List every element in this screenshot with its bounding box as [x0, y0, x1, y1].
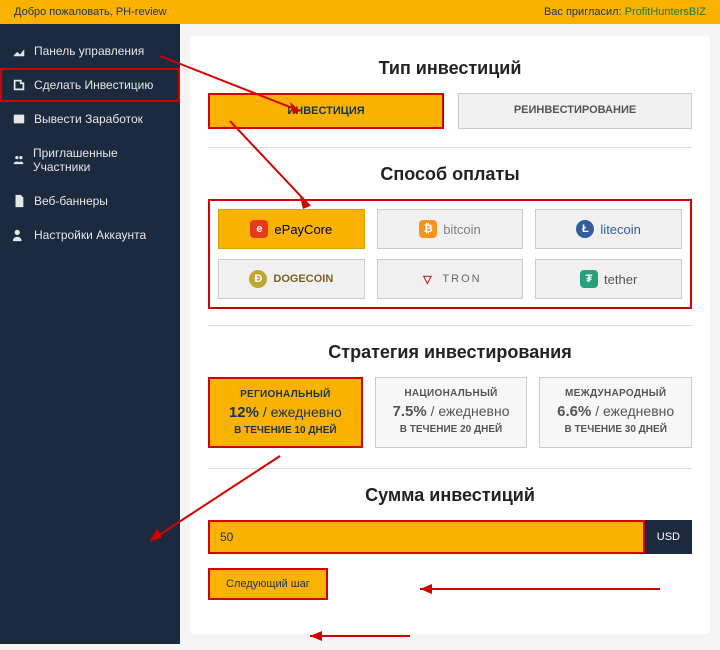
- tab-reinvest[interactable]: РЕИНВЕСТИРОВАНИЕ: [458, 93, 692, 129]
- sidebar-item-settings[interactable]: Настройки Аккаунта: [0, 218, 180, 252]
- sidebar: Панель управления Сделать Инвестицию Выв…: [0, 24, 180, 644]
- tether-icon: ₮: [580, 270, 598, 288]
- pay-tron[interactable]: ▽ TRON: [377, 259, 524, 299]
- next-step-button[interactable]: Следующий шаг: [208, 568, 328, 600]
- payment-grid: e ePayCore ₿ bitcoin Ł litecoin Ð DOGECO…: [208, 199, 692, 309]
- strategy-international[interactable]: МЕЖДУНАРОДНЫЙ 6.6% / ежедневно В ТЕЧЕНИЕ…: [539, 377, 692, 448]
- dogecoin-icon: Ð: [249, 270, 267, 288]
- amount-row: USD: [208, 520, 692, 554]
- main-panel: Тип инвестиций ИНВЕСТИЦИЯ РЕИНВЕСТИРОВАН…: [190, 36, 710, 634]
- pay-litecoin[interactable]: Ł litecoin: [535, 209, 682, 249]
- chart-icon: [12, 44, 26, 58]
- sidebar-item-banners[interactable]: Веб-баннеры: [0, 184, 180, 218]
- bitcoin-icon: ₿: [419, 220, 437, 238]
- invest-type-tabs: ИНВЕСТИЦИЯ РЕИНВЕСТИРОВАНИЕ: [208, 93, 692, 129]
- inviter-link[interactable]: ProfitHuntersBIZ: [625, 6, 706, 18]
- divider: [208, 325, 692, 326]
- epaycore-icon: e: [250, 220, 268, 238]
- tron-icon: ▽: [418, 270, 436, 288]
- currency-label: USD: [645, 520, 692, 554]
- tab-invest[interactable]: ИНВЕСТИЦИЯ: [208, 93, 444, 129]
- sidebar-item-dashboard[interactable]: Панель управления: [0, 34, 180, 68]
- pay-dogecoin[interactable]: Ð DOGECOIN: [218, 259, 365, 299]
- heading-strategy: Стратегия инвестирования: [208, 342, 692, 363]
- sidebar-item-withdraw[interactable]: Вывести Заработок: [0, 102, 180, 136]
- heading-pay-method: Способ оплаты: [208, 164, 692, 185]
- wallet-icon: [12, 112, 26, 126]
- divider: [208, 147, 692, 148]
- user-cog-icon: [12, 228, 26, 242]
- annotation-arrow: [410, 579, 670, 599]
- heading-amount: Сумма инвестиций: [208, 485, 692, 506]
- heading-invest-type: Тип инвестиций: [208, 58, 692, 79]
- strategy-row: РЕГИОНАЛЬНЫЙ 12% / ежедневно В ТЕЧЕНИЕ 1…: [208, 377, 692, 448]
- strategy-national[interactable]: НАЦИОНАЛЬНЫЙ 7.5% / ежедневно В ТЕЧЕНИЕ …: [375, 377, 528, 448]
- invited-by: Вас пригласил: ProfitHuntersBIZ: [544, 6, 706, 18]
- topbar: Добро пожаловать, PH-review Вас пригласи…: [0, 0, 720, 24]
- users-icon: [12, 153, 25, 167]
- sidebar-item-referrals[interactable]: Приглашенные Участники: [0, 136, 180, 184]
- litecoin-icon: Ł: [576, 220, 594, 238]
- annotation-arrow: [300, 626, 420, 646]
- strategy-regional[interactable]: РЕГИОНАЛЬНЫЙ 12% / ежедневно В ТЕЧЕНИЕ 1…: [208, 377, 363, 448]
- sidebar-item-invest[interactable]: Сделать Инвестицию: [0, 68, 180, 102]
- pay-tether[interactable]: ₮ tether: [535, 259, 682, 299]
- invest-icon: [12, 78, 26, 92]
- pay-bitcoin[interactable]: ₿ bitcoin: [377, 209, 524, 249]
- divider: [208, 468, 692, 469]
- welcome-text: Добро пожаловать, PH-review: [14, 6, 167, 18]
- amount-input[interactable]: [208, 520, 645, 554]
- file-icon: [12, 194, 26, 208]
- pay-epaycore[interactable]: e ePayCore: [218, 209, 365, 249]
